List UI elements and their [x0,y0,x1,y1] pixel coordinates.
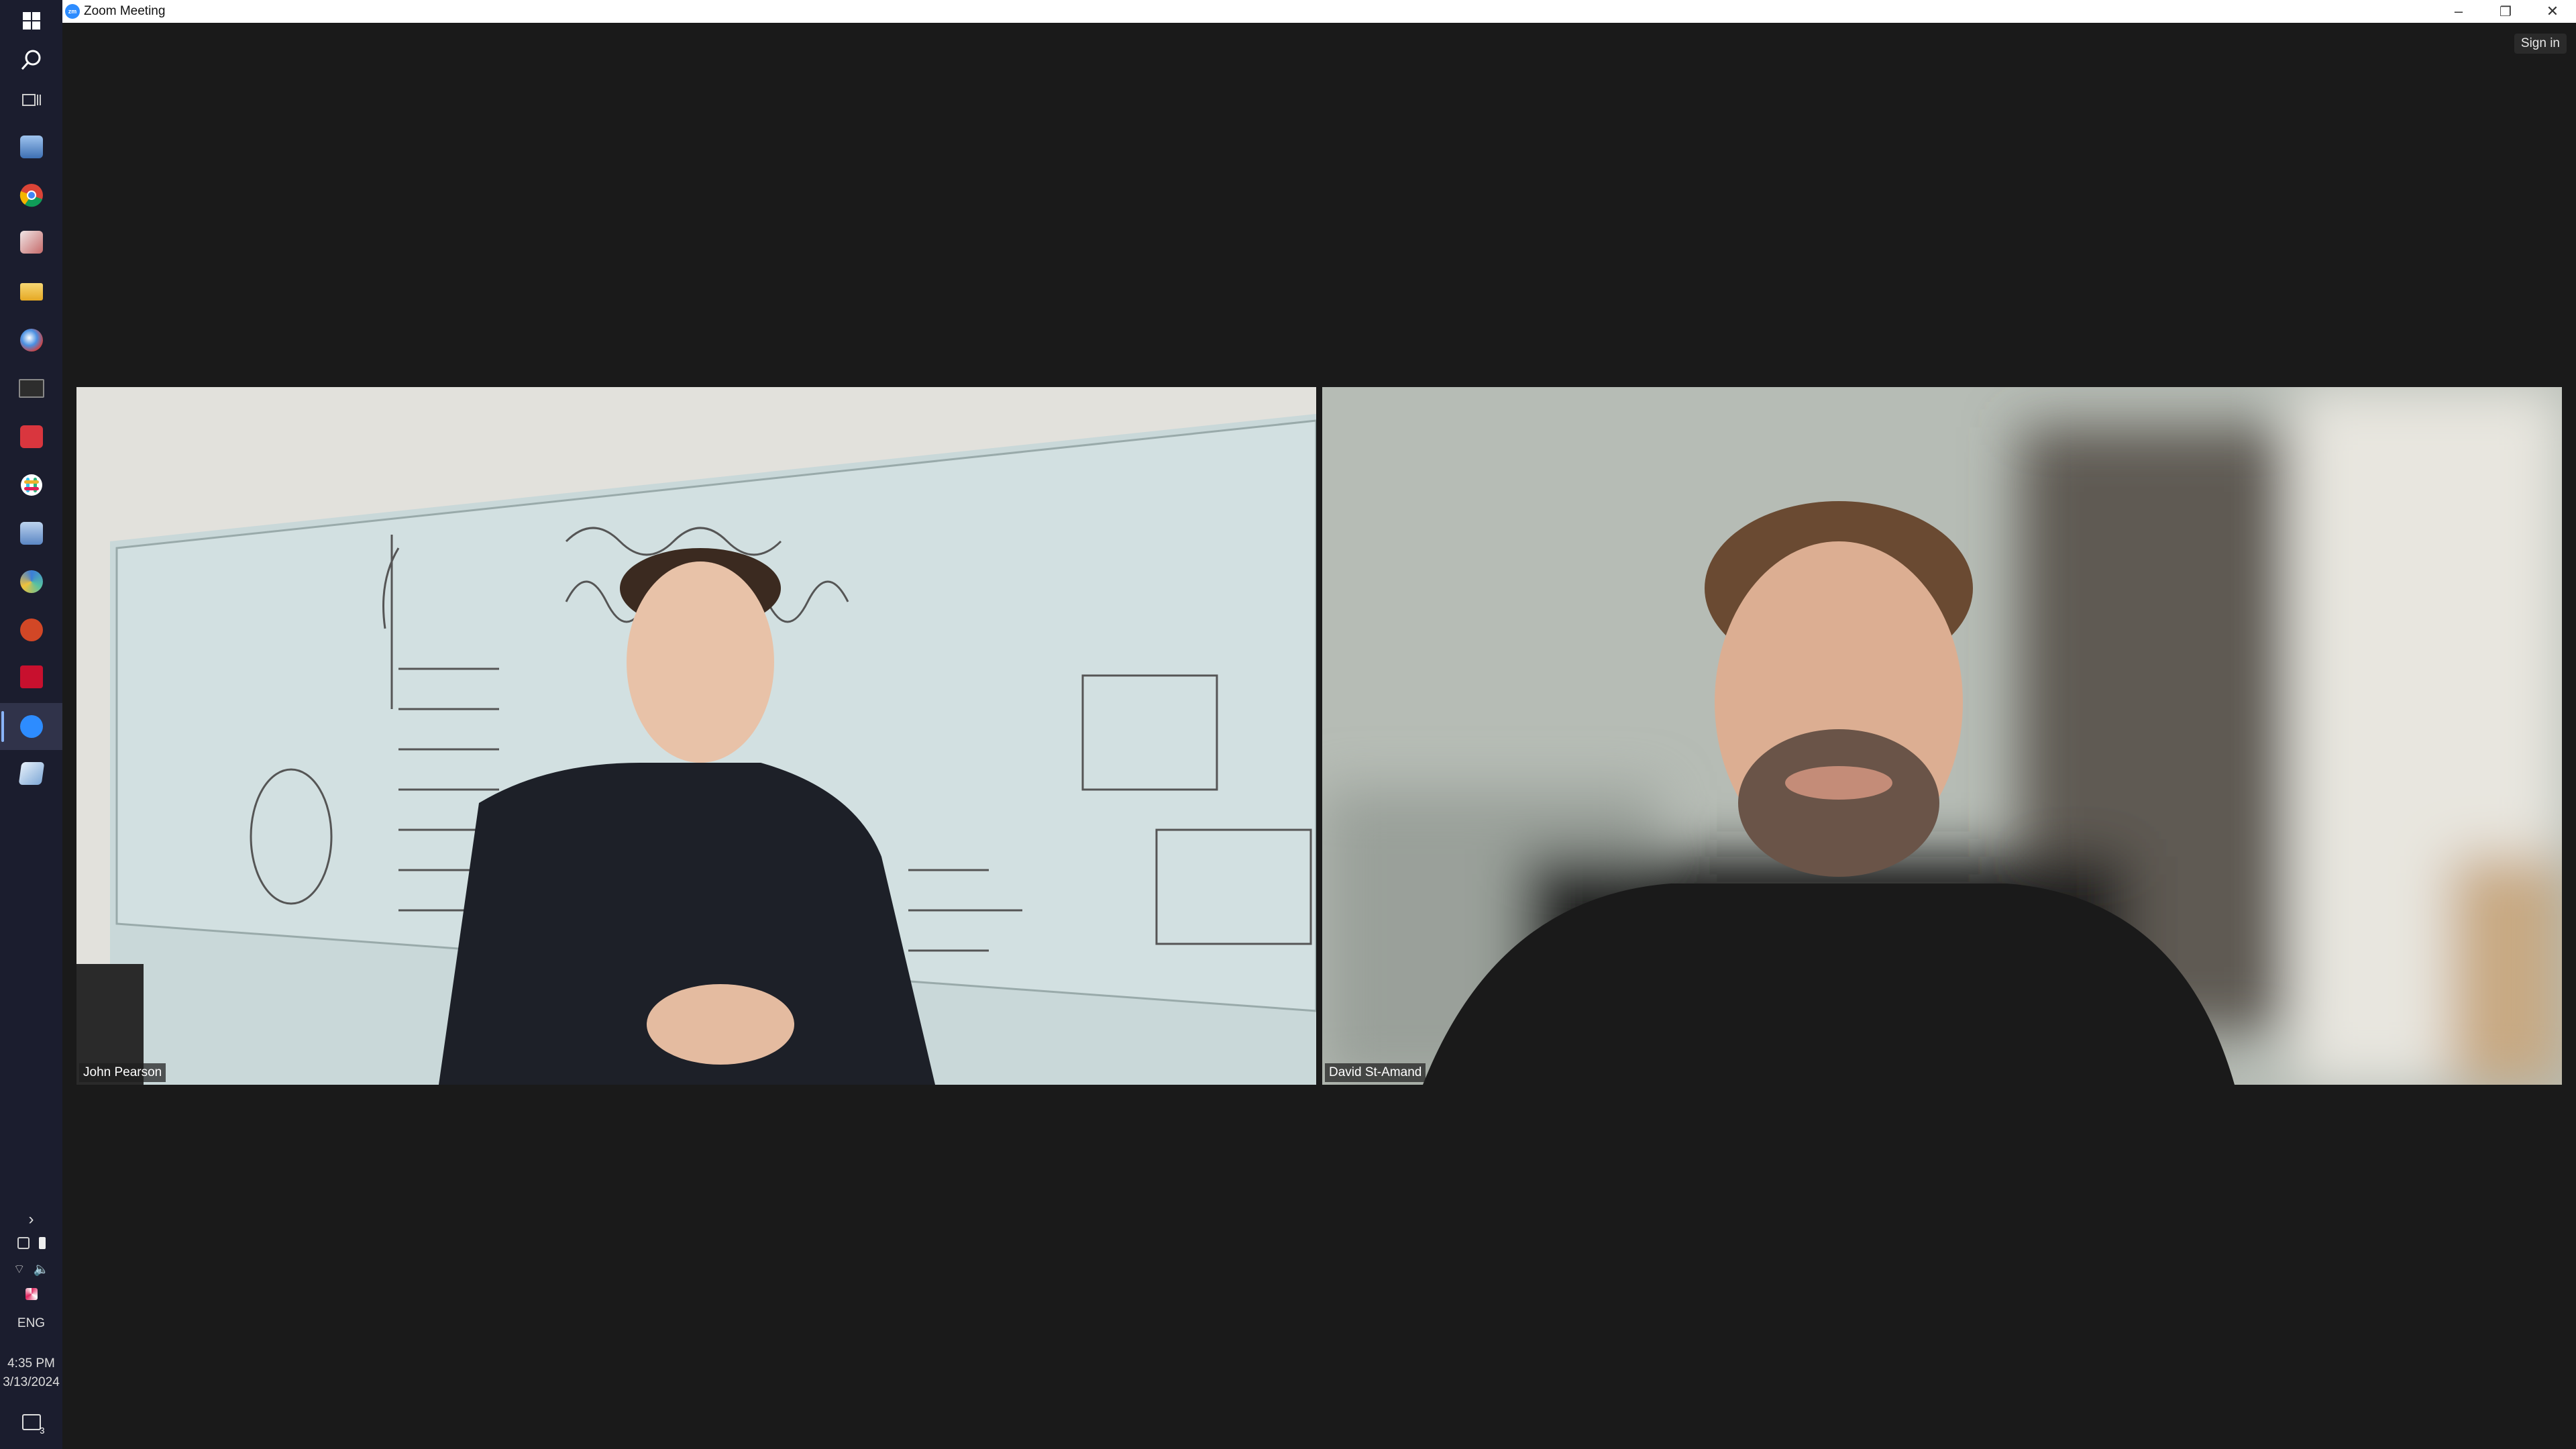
zoom-icon[interactable] [16,711,47,742]
close-button[interactable]: ✕ [2529,0,2576,23]
participant-video-feed [76,387,1316,1085]
task-view-icon[interactable] [16,85,47,115]
language-indicator[interactable]: ENG [0,1316,62,1331]
participant-video-feed [1322,387,2562,1085]
search-icon[interactable] [16,44,47,75]
wifi-icon[interactable]: ⌔ [13,1261,25,1277]
restore-button[interactable]: ❐ [2482,0,2529,23]
slack-icon[interactable] [16,470,47,500]
window-title: Zoom Meeting [84,4,166,18]
network-app-icon[interactable] [16,131,47,162]
sign-in-button[interactable]: Sign in [2514,34,2567,54]
battery-icon[interactable] [38,1237,46,1249]
file-explorer-icon[interactable] [16,276,47,307]
notification-center-icon[interactable]: 3 [0,1414,62,1436]
window-titlebar[interactable]: zm Zoom Meeting – ❐ ✕ [62,0,2576,23]
clock-time[interactable]: 4:35 PM [0,1356,62,1371]
participant-video-tile[interactable]: David St-Amand [1322,387,2562,1085]
notes-app-icon[interactable] [16,758,47,789]
zoom-logo-icon: zm [65,4,80,19]
participant-name-label: John Pearson [79,1063,166,1082]
minimize-button[interactable]: – [2435,0,2482,23]
chrome-icon[interactable] [16,180,47,211]
snipping-tool-icon[interactable] [16,421,47,452]
notification-count-badge: 3 [40,1426,45,1436]
active-app-indicator [1,711,4,742]
tray-app-icon[interactable] [0,1288,62,1304]
terminal-icon[interactable] [16,373,47,404]
powerpoint-icon[interactable] [16,614,47,645]
taskbar: › ⌔ 🔈 ENG 4:35 PM 3/13/2024 3 [0,0,62,1449]
photos-app-icon[interactable] [16,227,47,258]
show-hidden-icons-chevron[interactable]: › [0,1210,62,1229]
windows-start-icon[interactable] [16,5,47,36]
volume-icon[interactable]: 🔈 [34,1261,50,1277]
paint-app-icon[interactable] [16,325,47,356]
participant-video-tile[interactable]: John Pearson [76,387,1316,1085]
meet-now-icon[interactable] [17,1237,30,1249]
spectrum-app-icon[interactable] [16,566,47,597]
participant-name-label: David St-Amand [1325,1063,1426,1082]
acrobat-icon[interactable] [16,661,47,692]
remote-desktop-icon[interactable] [16,518,47,549]
clock-date[interactable]: 3/13/2024 [0,1375,62,1390]
